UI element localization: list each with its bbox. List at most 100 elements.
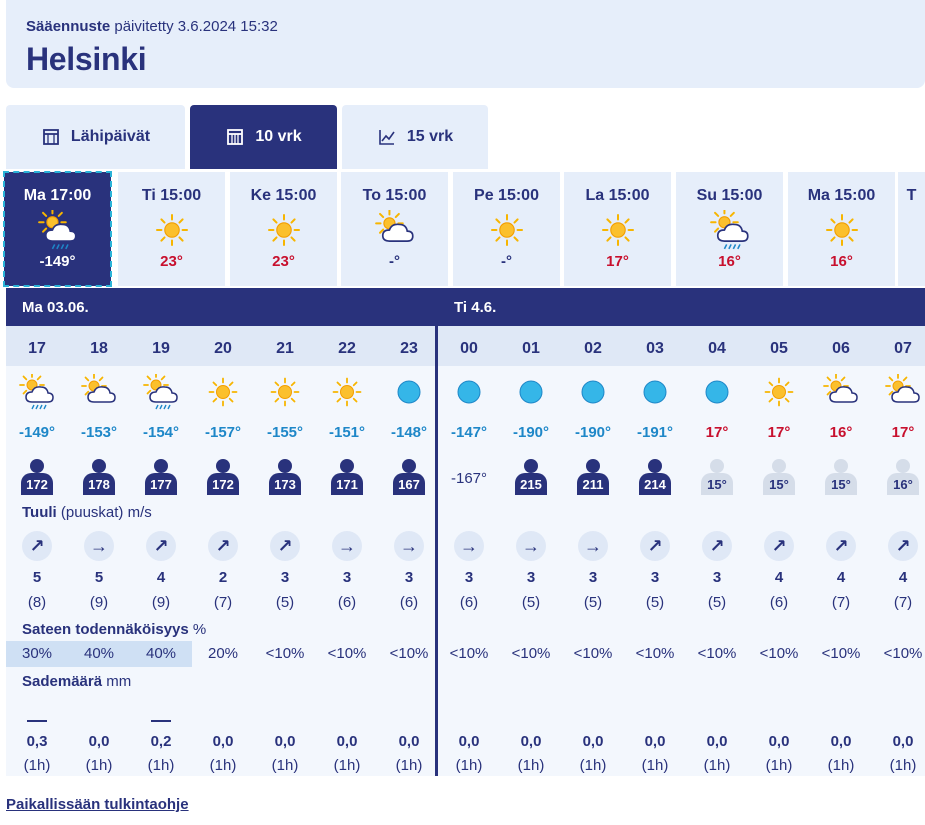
precip-amount: 0,0 (520, 733, 542, 750)
moon-icon (500, 374, 562, 410)
wind-direction[interactable]: ↗ (872, 531, 925, 561)
wind-direction[interactable]: → (500, 531, 562, 561)
hour-temperature: -154° (142, 424, 180, 441)
wind-direction[interactable]: ↗ (810, 531, 872, 561)
wind-direction[interactable]: ↗ (254, 531, 316, 561)
person-icon-head (586, 459, 600, 473)
person-icon: 15° (825, 459, 857, 497)
wind-direction[interactable]: → (438, 531, 500, 561)
tab-label: 10 vrk (255, 128, 302, 145)
wind-gust: (6) (399, 594, 419, 611)
wind-speed: 2 (218, 569, 228, 586)
wind-direction[interactable]: → (68, 531, 130, 561)
hour-temperature: -190° (512, 424, 550, 441)
hour-temperature: -147° (450, 424, 488, 441)
day-card[interactable]: To 15:00 -° (341, 172, 448, 286)
feels-like-value: 214 (639, 473, 671, 495)
wind-direction[interactable]: ↗ (748, 531, 810, 561)
feels-like: 172 (192, 458, 254, 498)
day-card[interactable]: T (898, 172, 925, 286)
day-card[interactable]: Ma 15:00 16° (788, 172, 895, 286)
tab-15-vrk[interactable]: 15 vrk (342, 105, 488, 169)
sun-cloud-icon (341, 209, 448, 251)
hour-temperature: -157° (204, 424, 242, 441)
sun-cloud-icon (810, 374, 872, 410)
wind-arrow-icon: ↗ (764, 531, 794, 561)
wind-speed: 4 (774, 569, 784, 586)
hour-label: 00 (460, 340, 478, 357)
hour-temperature: 17° (767, 424, 791, 441)
wind-gust: (5) (275, 594, 295, 611)
tab-label: 15 vrk (406, 128, 454, 145)
precip-probability-label: Sateen todennäköisyys % (22, 621, 207, 638)
person-icon-head (340, 459, 354, 473)
precip-period: (1h) (455, 757, 483, 774)
wind-gust: (6) (459, 594, 479, 611)
wind-direction[interactable]: → (378, 531, 440, 561)
precip-amount: 0,0 (212, 733, 234, 750)
wind-direction[interactable]: ↗ (130, 531, 192, 561)
person-icon-head (524, 459, 538, 473)
day-card[interactable]: Ma 17:00 -149° (3, 171, 112, 287)
feels-like-text: -167° (450, 469, 488, 487)
wind-arrow-icon: ↗ (146, 531, 176, 561)
person-icon: 167 (393, 459, 425, 497)
precip-bar (130, 720, 192, 722)
feels-like: 177 (130, 458, 192, 498)
precip-amount: 0,0 (398, 733, 420, 750)
wind-gust: (7) (831, 594, 851, 611)
hour-label: 07 (894, 340, 912, 357)
day-card[interactable]: La 15:00 17° (564, 172, 671, 286)
day-card[interactable]: Pe 15:00 -° (453, 172, 560, 286)
wind-arrow-icon: → (332, 531, 362, 561)
wind-direction[interactable]: ↗ (624, 531, 686, 561)
wind-arrow-icon: → (394, 531, 424, 561)
person-icon: 211 (577, 459, 609, 497)
sun-icon (453, 209, 560, 251)
sun-icon (118, 209, 225, 251)
wind-direction[interactable]: ↗ (686, 531, 748, 561)
precip-amount: 0,0 (274, 733, 296, 750)
feels-like: 15° (810, 458, 872, 498)
hour-temperature: -155° (266, 424, 304, 441)
wind-gust: (9) (89, 594, 109, 611)
hour-temperature: -191° (636, 424, 674, 441)
person-icon: 172 (207, 459, 239, 497)
tab-label: Lähipäivät (70, 128, 151, 145)
tab-10-vrk[interactable]: 10 vrk (190, 105, 337, 169)
calendar-grid-icon (227, 129, 244, 145)
wind-gust: (5) (645, 594, 665, 611)
wind-direction[interactable]: → (562, 531, 624, 561)
day-card-temperature: 16° (830, 253, 853, 270)
precip-period: (1h) (703, 757, 731, 774)
day-card-temperature: -149° (39, 253, 76, 270)
wind-speed: 4 (836, 569, 846, 586)
person-icon-head (402, 459, 416, 473)
hour-label: 18 (90, 340, 108, 357)
day-card[interactable]: Ti 15:00 23° (118, 172, 225, 286)
feels-like-value: 16° (887, 473, 919, 495)
precip-amount: 0,0 (768, 733, 790, 750)
day-card[interactable]: Ke 15:00 23° (230, 172, 337, 286)
sun-cloud-rain-icon (4, 209, 111, 251)
feels-like: 173 (254, 458, 316, 498)
day-card-label: To 15:00 (362, 187, 427, 204)
sun-icon (230, 209, 337, 251)
precip-bar-mark (27, 720, 47, 722)
feels-like-value: 171 (331, 473, 363, 495)
precip-period: (1h) (85, 757, 113, 774)
interpretation-guide-link[interactable]: Paikallissään tulkintaohje (6, 796, 189, 813)
person-icon-head (92, 459, 106, 473)
moon-icon (686, 374, 748, 410)
precip-probability: <10% (511, 645, 551, 662)
hour-label: 04 (708, 340, 726, 357)
day-card[interactable]: Su 15:00 16° (676, 172, 783, 286)
wind-direction[interactable]: ↗ (192, 531, 254, 561)
wind-speed: 3 (650, 569, 660, 586)
person-icon: 172 (21, 459, 53, 497)
wind-speed: 3 (588, 569, 598, 586)
wind-direction[interactable]: → (316, 531, 378, 561)
tab-lahipaivat[interactable]: Lähipäivät (6, 105, 185, 169)
wind-direction[interactable]: ↗ (6, 531, 68, 561)
precip-period: (1h) (23, 757, 51, 774)
